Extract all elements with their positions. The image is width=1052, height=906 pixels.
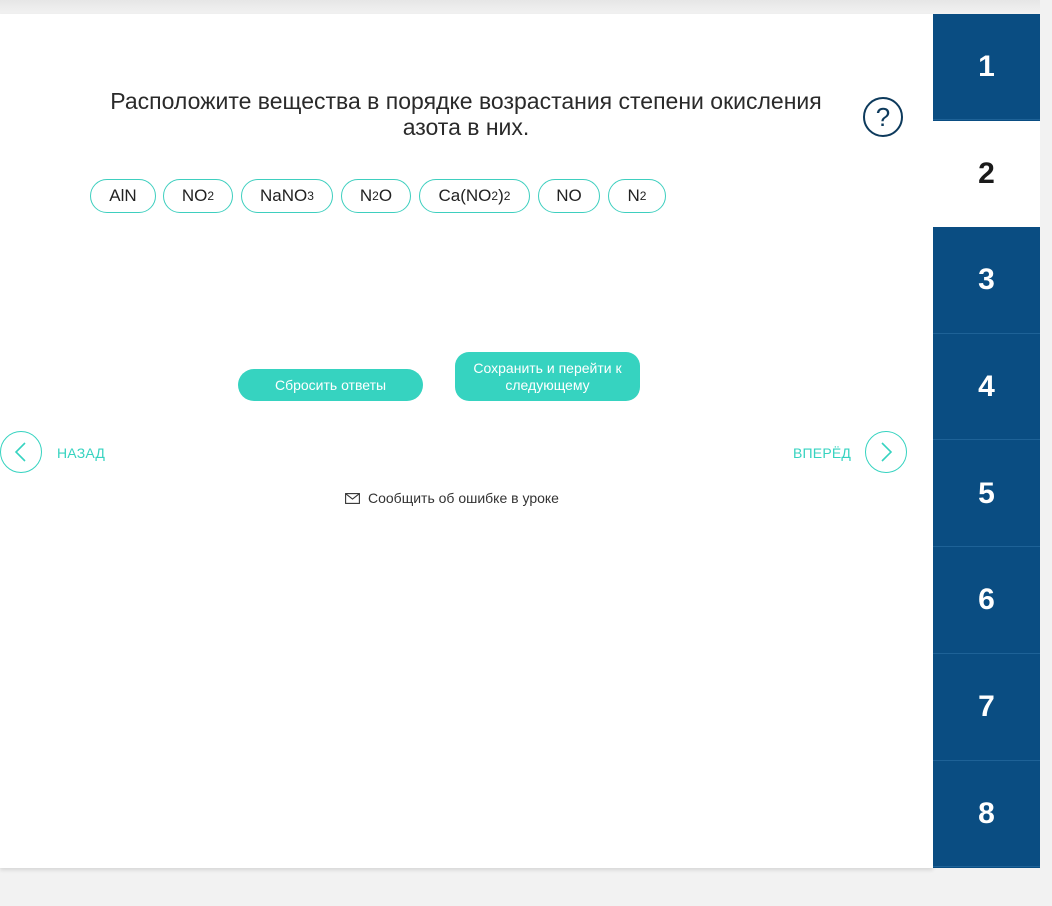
- step-5[interactable]: 5: [933, 441, 1040, 547]
- chip-formula-part: Ca(NO: [438, 186, 492, 205]
- chip-formula-part: ): [498, 186, 504, 205]
- chip-formula-part: O: [378, 186, 393, 205]
- forward-button[interactable]: [865, 431, 907, 473]
- question-text: Расположите вещества в порядке возрастан…: [110, 88, 822, 140]
- chip-formula-part: N: [359, 186, 373, 205]
- step-1[interactable]: 1: [933, 14, 1040, 120]
- top-shadow: [0, 0, 1040, 14]
- answer-chip[interactable]: NaNO 3: [241, 179, 333, 213]
- back-label[interactable]: НАЗАД: [57, 445, 105, 461]
- help-button[interactable]: ?: [863, 97, 903, 137]
- step-8[interactable]: 8: [933, 761, 1040, 868]
- step-7[interactable]: 7: [933, 655, 1040, 761]
- answer-chip[interactable]: NO: [538, 179, 600, 213]
- answer-chip[interactable]: NO 2: [163, 179, 233, 213]
- reset-answers-button[interactable]: Сбросить ответы: [238, 369, 423, 401]
- answer-chip[interactable]: N2O: [341, 179, 411, 213]
- chip-formula-part: AlN: [109, 186, 137, 205]
- back-button[interactable]: [0, 431, 42, 473]
- save-and-next-button[interactable]: Сохранить и перейти к следующему: [455, 352, 640, 401]
- step-3[interactable]: 3: [933, 228, 1040, 334]
- answer-chip[interactable]: AlN: [90, 179, 156, 213]
- answer-chip[interactable]: Ca(NO 2) 2: [419, 179, 530, 213]
- chip-formula-part: N: [627, 186, 640, 205]
- chevron-left-icon: [14, 442, 26, 462]
- report-error-link[interactable]: Сообщить об ошибке в уроке: [345, 489, 559, 507]
- chevron-right-icon: [881, 442, 893, 462]
- step-sidebar: 12345678: [933, 14, 1040, 868]
- step-2[interactable]: 2: [933, 120, 1040, 227]
- envelope-icon: [345, 492, 360, 504]
- step-6[interactable]: 6: [933, 548, 1040, 654]
- chip-formula-part: NO: [556, 186, 582, 205]
- step-4[interactable]: 4: [933, 334, 1040, 441]
- task-card: Расположите вещества в порядке возрастан…: [0, 14, 933, 868]
- answer-chip[interactable]: N2: [608, 179, 666, 213]
- chip-formula-part: NaNO: [260, 186, 308, 205]
- chip-formula-part: NO: [181, 186, 208, 205]
- forward-label[interactable]: ВПЕРЁД: [793, 445, 851, 461]
- question-mark-icon: ?: [875, 101, 891, 132]
- report-error-label: Сообщить об ошибке в уроке: [368, 490, 559, 506]
